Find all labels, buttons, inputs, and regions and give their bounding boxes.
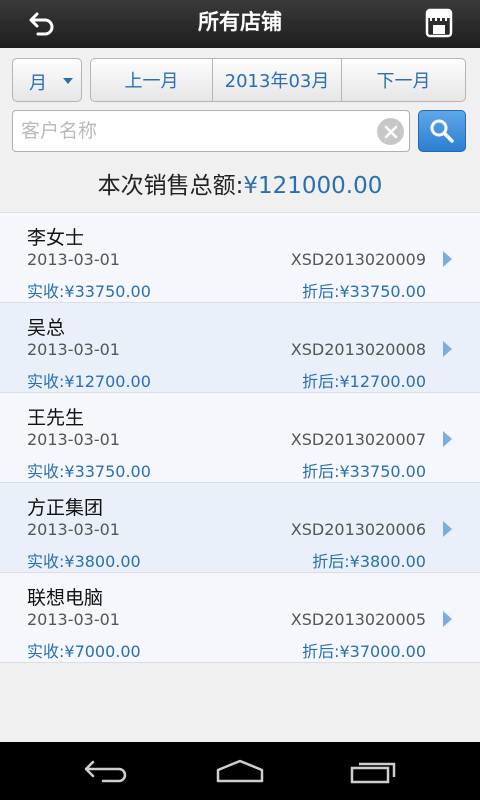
- nav-recents-button[interactable]: [348, 756, 400, 786]
- order-row[interactable]: 吴总 2013-03-01 XSD2013020008 实收:¥12700.00…: [0, 302, 480, 392]
- nav-back-button[interactable]: [82, 756, 132, 786]
- customer-search-input[interactable]: [21, 115, 371, 147]
- paid-amount: 实收:¥33750.00: [27, 462, 151, 481]
- order-date: 2013-03-01: [27, 610, 120, 629]
- order-code: XSD2013020008: [290, 340, 426, 359]
- order-list: 李女士 2013-03-01 XSD2013020009 实收:¥33750.0…: [0, 212, 480, 663]
- store-icon: [425, 8, 453, 38]
- sales-total: 本次销售总额:¥121000.00: [0, 166, 480, 210]
- order-row[interactable]: 李女士 2013-03-01 XSD2013020009 实收:¥33750.0…: [0, 212, 480, 302]
- order-date: 2013-03-01: [27, 250, 120, 269]
- order-date: 2013-03-01: [27, 520, 120, 539]
- paid-amount: 实收:¥7000.00: [27, 642, 141, 661]
- period-type-select[interactable]: 月: [12, 58, 82, 102]
- chevron-right-icon: [443, 251, 452, 267]
- paid-amount: 实收:¥3800.00: [27, 552, 141, 571]
- discounted-amount: 折后:¥12700.00: [302, 372, 426, 391]
- customer-name: 李女士: [27, 227, 85, 249]
- current-period-button[interactable]: 2013年03月: [213, 59, 342, 101]
- sales-total-label: 本次销售总额:: [97, 173, 244, 199]
- order-code: XSD2013020006: [290, 520, 426, 539]
- nav-recents-icon: [350, 762, 396, 784]
- chevron-right-icon: [443, 431, 452, 447]
- order-code: XSD2013020007: [290, 430, 426, 449]
- period-navigator: 上一月 2013年03月 下一月: [90, 58, 466, 102]
- customer-name: 联想电脑: [27, 587, 104, 609]
- discounted-amount: 折后:¥37000.00: [302, 642, 426, 661]
- store-button[interactable]: [422, 6, 456, 40]
- chevron-right-icon: [443, 341, 452, 357]
- title-bar: 所有店铺: [0, 0, 480, 48]
- chevron-right-icon: [443, 611, 452, 627]
- sales-total-amount: ¥121000.00: [243, 173, 383, 199]
- order-row[interactable]: 联想电脑 2013-03-01 XSD2013020005 实收:¥7000.0…: [0, 572, 480, 662]
- prev-month-button[interactable]: 上一月: [91, 59, 213, 101]
- paid-amount: 实收:¥33750.00: [27, 282, 151, 301]
- dropdown-caret-icon: [63, 78, 73, 84]
- list-divider: [0, 662, 480, 663]
- order-row[interactable]: 方正集团 2013-03-01 XSD2013020006 实收:¥3800.0…: [0, 482, 480, 572]
- nav-home-button[interactable]: [214, 756, 266, 786]
- search-icon: [430, 119, 454, 143]
- order-row[interactable]: 王先生 2013-03-01 XSD2013020007 实收:¥33750.0…: [0, 392, 480, 482]
- discounted-amount: 折后:¥33750.00: [302, 462, 426, 481]
- system-nav-bar: [0, 742, 480, 800]
- search-button[interactable]: [418, 110, 466, 152]
- nav-home-icon: [216, 759, 264, 783]
- period-filter: 月 上一月 2013年03月 下一月: [12, 58, 466, 102]
- order-code: XSD2013020005: [290, 610, 426, 629]
- nav-back-icon: [84, 760, 127, 783]
- page-title: 所有店铺: [198, 10, 282, 34]
- order-code: XSD2013020009: [290, 250, 426, 269]
- next-month-button[interactable]: 下一月: [342, 59, 465, 101]
- clear-icon: [384, 125, 397, 138]
- order-date: 2013-03-01: [27, 340, 120, 359]
- customer-name: 方正集团: [27, 497, 104, 519]
- customer-name: 王先生: [27, 407, 85, 429]
- order-date: 2013-03-01: [27, 430, 120, 449]
- discounted-amount: 折后:¥33750.00: [302, 282, 426, 301]
- search-field: [12, 110, 410, 152]
- customer-name: 吴总: [27, 317, 66, 339]
- discounted-amount: 折后:¥3800.00: [312, 552, 426, 571]
- period-type-value: 月: [29, 73, 47, 94]
- paid-amount: 实收:¥12700.00: [27, 372, 151, 391]
- chevron-right-icon: [443, 521, 452, 537]
- clear-search-button[interactable]: [377, 118, 404, 145]
